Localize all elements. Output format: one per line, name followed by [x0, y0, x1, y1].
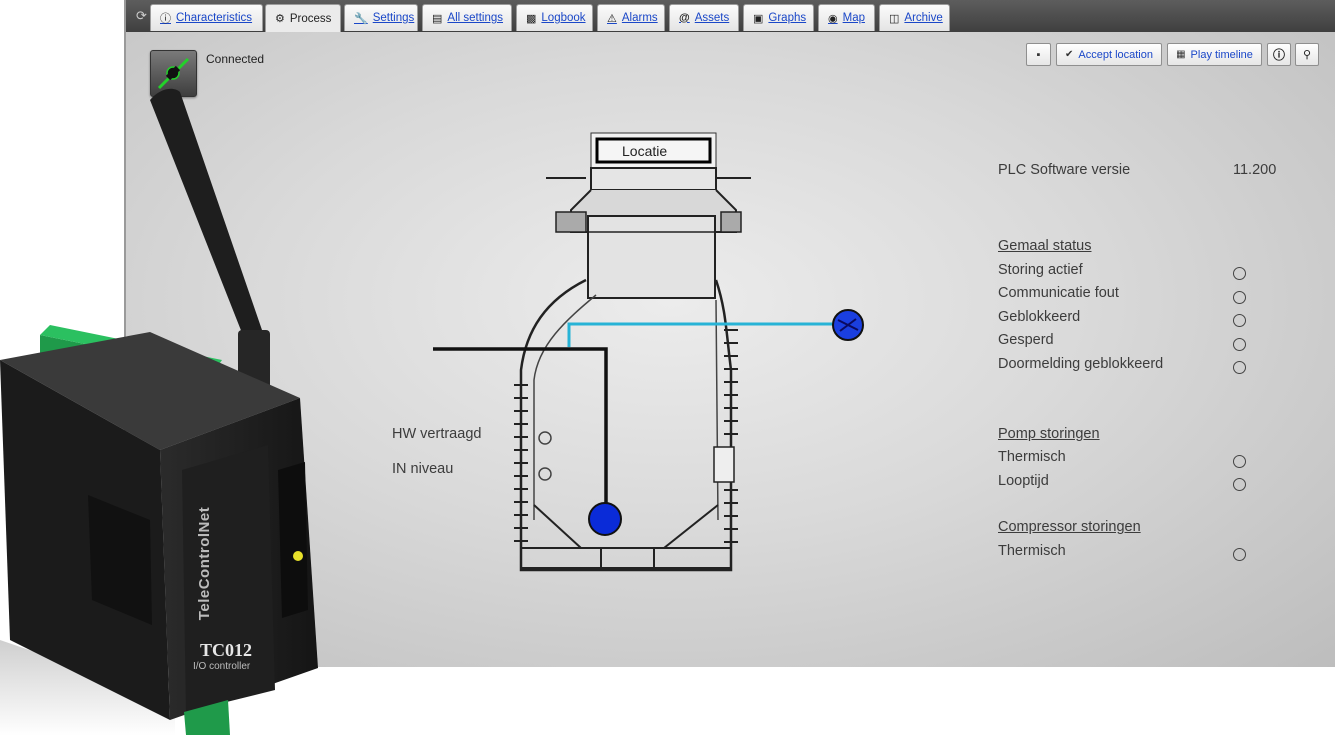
- in-niveau-label: IN niveau: [392, 461, 454, 477]
- pomp-item: Thermisch: [998, 449, 1066, 465]
- hw-vertraagd-label: HW vertraagd: [392, 426, 482, 442]
- gemaal-item: Gesperd: [998, 332, 1054, 348]
- status-indicator: [1233, 361, 1246, 374]
- pomp-storingen-header: Pomp storingen: [998, 426, 1100, 442]
- device-subtitle: I/O controller: [193, 661, 251, 672]
- location-label[interactable]: Locatie: [622, 143, 667, 159]
- status-indicator: [1233, 548, 1246, 561]
- process-screen: ⟳ ⓘ Characteristics ⚙ Process 🔧 Settings ▤ A…: [124, 0, 1335, 667]
- compressor-item: Thermisch: [998, 543, 1066, 559]
- plc-version-label: PLC Software versie: [998, 162, 1131, 178]
- pomp-item: Looptijd: [998, 473, 1049, 489]
- gemaal-item: Doormelding geblokkeerd: [998, 356, 1164, 372]
- status-indicator: [1233, 267, 1246, 280]
- status-indicator: [1233, 455, 1246, 468]
- gemaal-item: Communicatie fout: [998, 285, 1119, 301]
- plc-version-value: 11.200: [1233, 162, 1277, 178]
- gemaal-item: Geblokkeerd: [998, 309, 1081, 325]
- status-indicator: [1233, 291, 1246, 304]
- device-model: TC012: [200, 640, 253, 660]
- gemaal-item: Storing actief: [998, 262, 1083, 278]
- gemaal-status-header: Gemaal status: [998, 238, 1092, 254]
- pump-pit-diagram: [433, 132, 864, 572]
- status-indicator: [1233, 478, 1246, 491]
- status-indicator: [1233, 338, 1246, 351]
- status-indicator: [1233, 314, 1246, 327]
- compressor-storingen-header: Compressor storingen: [998, 519, 1141, 535]
- device-brand: TeleControlNet: [196, 506, 214, 621]
